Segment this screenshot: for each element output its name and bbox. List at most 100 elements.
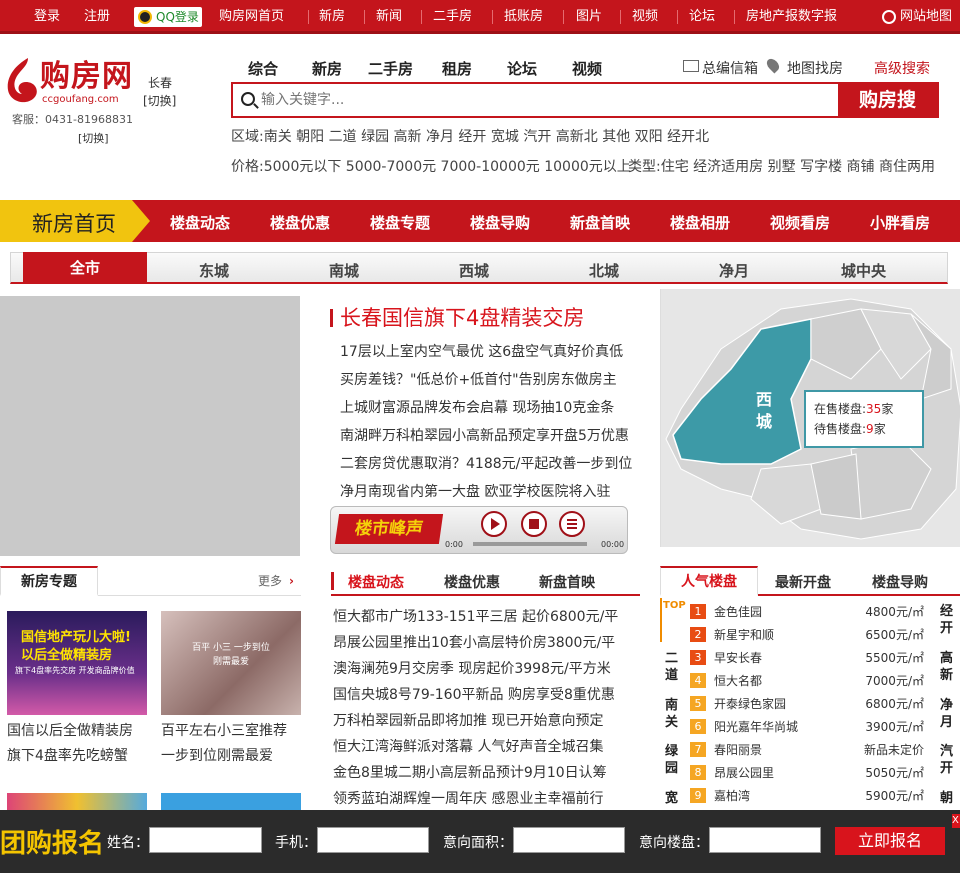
register-link[interactable]: 注册 (84, 8, 110, 26)
dynamics-item[interactable]: 国信央城8号79-160平新品 购房享受8重优惠 (333, 684, 615, 704)
dynamics-item[interactable]: 金色8里城二期小高层新品预计9月10日认筹 (333, 762, 607, 782)
player-progress-bar[interactable] (473, 542, 587, 546)
district-label[interactable]: 净月 (940, 697, 956, 731)
phone-field[interactable] (317, 827, 429, 853)
news-item[interactable]: 净月南现省内第一大盘 欧亚学校医院将入驻 (340, 481, 610, 501)
dynamics-item[interactable]: 澳海澜苑9月交房季 现房起价3998元/平方米 (333, 658, 611, 678)
logo-text[interactable]: 购房网 (40, 60, 133, 94)
nav-link-newhouse[interactable]: 新房 (319, 8, 345, 26)
qq-login-button[interactable]: QQ登录 (134, 7, 202, 27)
nav-link-digital-paper[interactable]: 房地产报数字报 (746, 8, 837, 26)
menu-icon[interactable] (559, 511, 585, 537)
district-label[interactable]: 二道 (665, 650, 679, 684)
search-tab-secondhand[interactable]: 二手房 (368, 58, 413, 79)
stop-icon[interactable] (521, 511, 547, 537)
headline-title[interactable]: 长春国信旗下4盘精装交房 (340, 302, 584, 332)
newhouse-home-tab[interactable]: 新房首页 (0, 200, 150, 242)
name-field[interactable] (149, 827, 262, 853)
district-tab-all[interactable]: 全市 (23, 252, 147, 284)
tab-discounts[interactable]: 楼盘优惠 (444, 572, 500, 592)
district-tab-east[interactable]: 东城 (199, 260, 229, 281)
tab-new-release[interactable]: 新盘首映 (539, 572, 595, 592)
advanced-search-link[interactable]: 高级搜索 (874, 58, 930, 78)
switch-link[interactable]: [切换] (78, 130, 109, 146)
search-tab-video[interactable]: 视频 (572, 58, 602, 79)
district-label[interactable]: 宽 (665, 790, 679, 807)
nav-link-video[interactable]: 视频 (632, 8, 658, 26)
district-tab-west[interactable]: 西城 (459, 260, 489, 281)
project-name[interactable]: 开泰绿色家园 (714, 695, 786, 712)
section-nav-item[interactable]: 小胖看房 (870, 212, 930, 233)
news-item[interactable]: 买房差钱？"低总价+低首付"告别房东做房主 (340, 369, 617, 389)
search-tab-forum[interactable]: 论坛 (507, 58, 537, 79)
news-item[interactable]: 17层以上室内空气最优 这6盘空气真好价真低 (340, 341, 623, 361)
district-label[interactable]: 朝 (940, 790, 956, 807)
news-item[interactable]: 上城财富源品牌发布会启幕 现场抽10克金条 (340, 397, 614, 417)
search-button[interactable]: 购房搜 (838, 84, 937, 116)
login-link[interactable]: 登录 (34, 8, 60, 26)
dynamics-item[interactable]: 恒大都市广场133-151平三居 起价6800元/平 (333, 606, 618, 626)
section-nav-item[interactable]: 楼盘优惠 (270, 212, 330, 233)
project-name[interactable]: 阳光嘉年华尚城 (714, 718, 798, 735)
tab-dynamics[interactable]: 楼盘动态 (348, 572, 404, 592)
tab-latest-opening[interactable]: 最新开盘 (775, 572, 831, 592)
news-item[interactable]: 南湖畔万科柏翠园小高新品预定享开盘5万优惠 (340, 425, 629, 445)
topic-caption[interactable]: 国信以后全做精装房 (7, 720, 133, 740)
project-name[interactable]: 春阳丽景 (714, 741, 762, 758)
topic-thumbnail[interactable]: 百平 小三 一步到位 刚需最爱 (161, 611, 301, 715)
section-nav-item[interactable]: 楼盘专题 (370, 212, 430, 233)
sitemap-link[interactable]: 网站地图 (900, 8, 952, 26)
project-field[interactable] (709, 827, 821, 853)
tab-purchase-guide[interactable]: 楼盘导购 (872, 572, 928, 592)
nav-link-news[interactable]: 新闻 (376, 8, 402, 26)
district-tab-jingyue[interactable]: 净月 (719, 260, 749, 281)
dynamics-item[interactable]: 领秀蓝珀湖辉煌一周年庆 感恩业主幸福前行 (333, 788, 603, 808)
project-name[interactable]: 金色佳园 (714, 603, 762, 620)
topic-caption[interactable]: 旗下4盘率先吃螃蟹 (7, 745, 128, 765)
news-item[interactable]: 二套房贷优惠取消？4188元/平起改善一步到位 (340, 453, 632, 473)
project-name[interactable]: 嘉柏湾 (714, 787, 750, 804)
dynamics-item[interactable]: 万科柏翠园新品即将加推 现已开始意向预定 (333, 710, 603, 730)
nav-link-pictures[interactable]: 图片 (576, 8, 602, 26)
city-switch-link[interactable]: [切换] (143, 92, 176, 109)
play-icon[interactable] (481, 511, 507, 537)
nav-link-forum[interactable]: 论坛 (689, 8, 715, 26)
submit-button[interactable]: 立即报名 (835, 827, 945, 855)
section-nav-item[interactable]: 楼盘动态 (170, 212, 230, 233)
search-input[interactable] (261, 90, 831, 110)
dynamics-item[interactable]: 恒大江湾海鲜派对落幕 人气好声音全城召集 (333, 736, 603, 756)
search-tab-all[interactable]: 综合 (248, 58, 278, 79)
section-nav-item[interactable]: 新盘首映 (570, 212, 630, 233)
search-tab-rent[interactable]: 租房 (442, 58, 472, 79)
topic-caption[interactable]: 一步到位刚需最爱 (161, 745, 273, 765)
project-name[interactable]: 恒大名都 (714, 672, 762, 689)
topic-caption[interactable]: 百平左右小三室推荐 (161, 720, 287, 740)
district-label[interactable]: 高新 (940, 650, 956, 684)
section-nav-item[interactable]: 楼盘相册 (670, 212, 730, 233)
nav-link-debt-house[interactable]: 抵账房 (504, 8, 543, 26)
area-filter[interactable]: 区域:南关 朝阳 二道 绿园 高新 净月 经开 宽城 汽开 高新北 其他 双阳 … (231, 126, 709, 146)
section-nav-item[interactable]: 楼盘导购 (470, 212, 530, 233)
topics-more-link[interactable]: 更多 (258, 572, 282, 589)
project-name[interactable]: 早安长春 (714, 649, 762, 666)
editor-mailbox-link[interactable]: 总编信箱 (702, 58, 758, 78)
topics-title[interactable]: 新房专题 (0, 566, 98, 596)
dynamics-item[interactable]: 昂展公园里推出10套小高层特价房3800元/平 (333, 632, 615, 652)
area-field[interactable] (513, 827, 625, 853)
map-search-link[interactable]: 地图找房 (787, 58, 843, 78)
section-nav-item[interactable]: 视频看房 (770, 212, 830, 233)
nav-link-secondhand[interactable]: 二手房 (433, 8, 472, 26)
district-label[interactable]: 汽开 (940, 743, 956, 777)
project-name[interactable]: 昂展公园里 (714, 764, 774, 781)
district-label[interactable]: 绿园 (665, 743, 679, 777)
district-map[interactable]: 西城 在售楼盘:35家 待售楼盘:9家 (660, 289, 960, 547)
tab-popular[interactable]: 人气楼盘 (660, 566, 758, 596)
close-icon[interactable]: X (952, 814, 960, 828)
district-tab-south[interactable]: 南城 (329, 260, 359, 281)
district-label[interactable]: 经开 (940, 603, 956, 637)
ad-banner-placeholder[interactable] (0, 296, 300, 556)
search-tab-newhouse[interactable]: 新房 (312, 58, 342, 79)
topic-thumbnail[interactable]: 国信地产玩儿大啦! 以后全做精装房 旗下4盘率先交房 开发商品牌价值 (7, 611, 147, 715)
nav-link-home[interactable]: 购房网首页 (219, 8, 284, 26)
price-filter[interactable]: 价格:5000元以下 5000-7000元 7000-10000元 10000元… (231, 156, 631, 176)
